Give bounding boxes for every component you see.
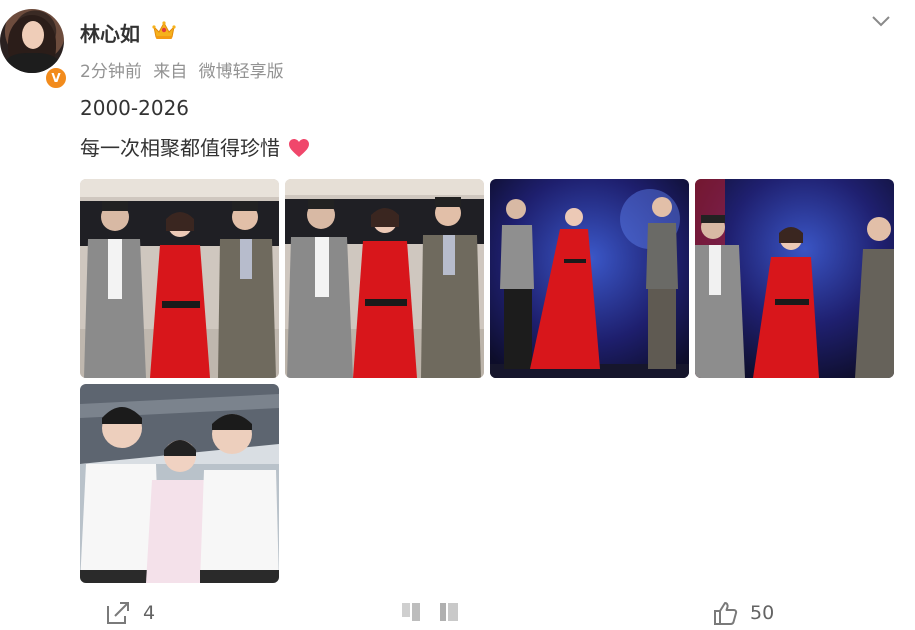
avatar[interactable]: [0, 9, 64, 73]
verified-badge: V: [44, 66, 68, 90]
post-image-1[interactable]: [80, 179, 279, 378]
share-icon: [107, 602, 129, 624]
source-prefix: 来自: [153, 62, 188, 82]
chevron-down-icon[interactable]: [871, 14, 891, 28]
post-image-4[interactable]: [695, 179, 894, 378]
like-count: 50: [750, 602, 775, 624]
post-source[interactable]: 微博轻享版: [199, 62, 284, 82]
comment-icon: [402, 603, 458, 621]
post-image-2[interactable]: [285, 179, 484, 378]
post-text-line-1: 2000-2026: [80, 96, 190, 120]
like-button[interactable]: 50: [712, 598, 774, 628]
thumbs-up-icon: [714, 602, 738, 625]
post-meta: 2分钟前 来自 微博轻享版: [80, 57, 290, 82]
post-text: 每一次相聚都值得珍惜: [80, 136, 280, 160]
post-image-5[interactable]: [80, 384, 279, 583]
post-time: 2分钟前: [80, 62, 142, 82]
repost-count: 4: [143, 602, 156, 624]
username[interactable]: 林心如: [80, 18, 140, 47]
heart-icon: [289, 139, 310, 157]
comment-button[interactable]: [400, 598, 476, 628]
repost-button[interactable]: 4: [105, 598, 155, 628]
post-text-line-2: 每一次相聚都值得珍惜: [80, 132, 310, 161]
crown-icon: [152, 21, 176, 39]
post-image-3[interactable]: [490, 179, 689, 378]
